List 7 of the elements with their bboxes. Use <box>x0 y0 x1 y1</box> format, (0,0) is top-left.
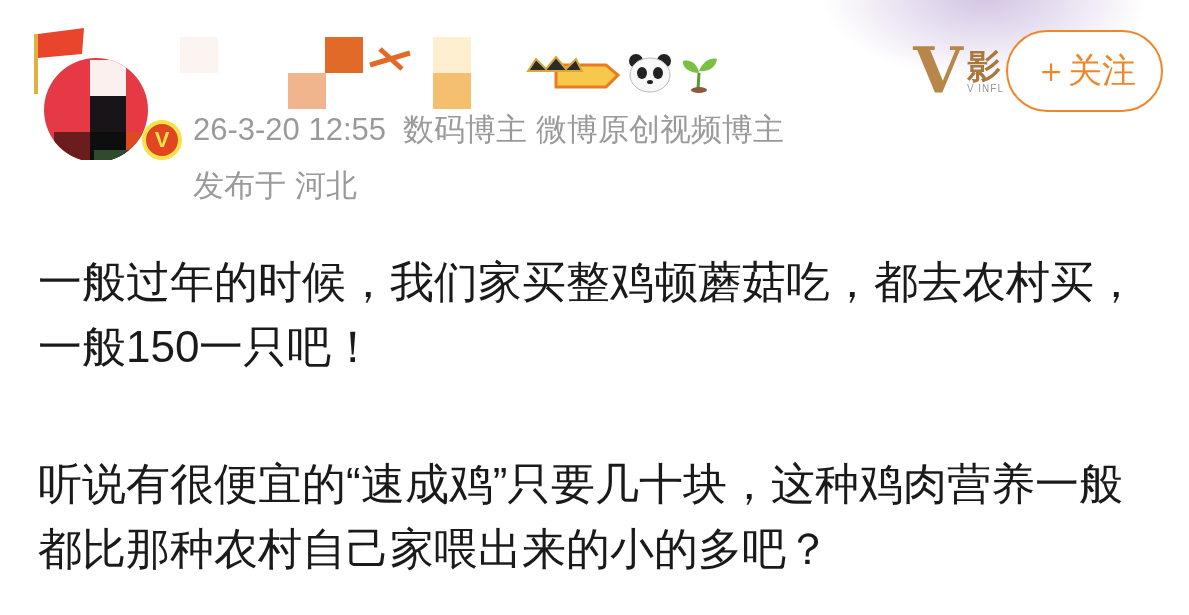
verified-badge: V <box>142 120 182 160</box>
follow-button[interactable]: ＋关注 <box>1006 30 1163 112</box>
post-location: 发布于 河北 <box>193 167 358 205</box>
post-paragraph: 一般过年的时候，我们家买整鸡顿蘑菇吃，都去农村买，一般150一只吧！ <box>38 256 1139 373</box>
post-meta: 26-3-20 12:55 数码博主 微博原创视频博主 <box>193 111 784 149</box>
post-paragraph: 听说有很便宜的“速成鸡”只要几十块，这种鸡肉营养一般都比那种农村自己家喂出来的小的多吧？ <box>38 458 1125 575</box>
panda-icon <box>627 52 673 94</box>
